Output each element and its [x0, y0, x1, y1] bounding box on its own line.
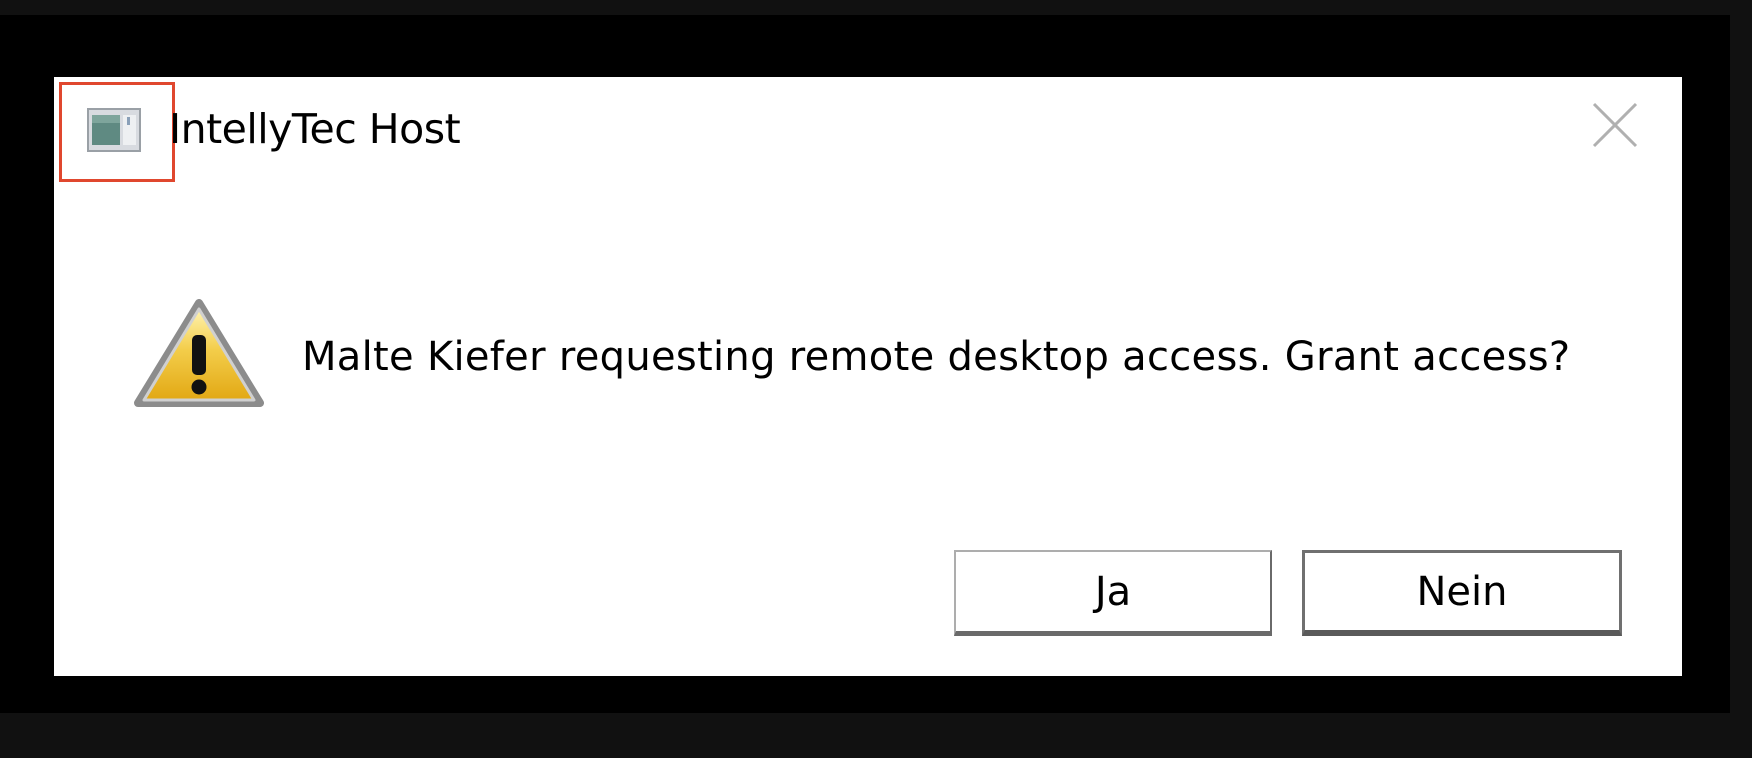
yes-button[interactable]: Ja	[954, 550, 1272, 636]
remote-screen: IntellyTec Host Malte Kiefer requesting …	[0, 15, 1730, 713]
close-icon	[1592, 102, 1638, 148]
no-button[interactable]: Nein	[1302, 550, 1622, 636]
message-dialog: IntellyTec Host Malte Kiefer requesting …	[54, 77, 1682, 676]
warning-icon	[134, 299, 264, 411]
dialog-title: IntellyTec Host	[169, 105, 461, 153]
close-button[interactable]	[1585, 95, 1645, 155]
icon-highlight-box	[59, 82, 175, 182]
dialog-message: Malte Kiefer requesting remote desktop a…	[302, 334, 1571, 380]
